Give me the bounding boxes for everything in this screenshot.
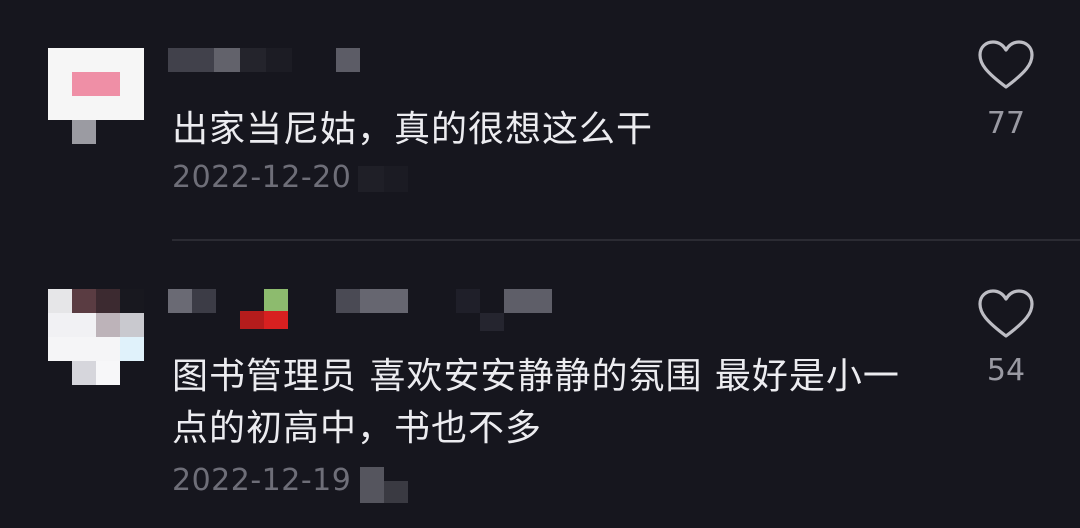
comment-date: 2022-12-19	[172, 463, 352, 498]
like-button[interactable]	[976, 40, 1036, 90]
heart-outline-icon	[978, 289, 1034, 338]
comment-date: 2022-12-20	[172, 160, 352, 195]
username-pixelated[interactable]	[168, 285, 568, 331]
comment-item: 图书管理员 喜欢安安静静的氛围 最好是小一点的初高中，书也不多 2022-12-…	[0, 241, 1080, 528]
comment-text: 出家当尼姑，真的很想这么干	[172, 109, 654, 150]
like-count: 54	[986, 353, 1026, 388]
like-count: 77	[986, 106, 1026, 141]
comment-text: 图书管理员 喜欢安安静静的氛围 最好是小一点的初高中，书也不多	[172, 356, 900, 449]
avatar-pixelated[interactable]	[48, 289, 144, 385]
heart-outline-icon	[978, 40, 1034, 89]
username-pixelated[interactable]	[168, 44, 368, 74]
like-button[interactable]	[976, 289, 1036, 339]
avatar-pixelated[interactable]	[48, 48, 144, 144]
comment-item: 出家当尼姑，真的很想这么干 2022-12-20 77	[0, 0, 1080, 240]
